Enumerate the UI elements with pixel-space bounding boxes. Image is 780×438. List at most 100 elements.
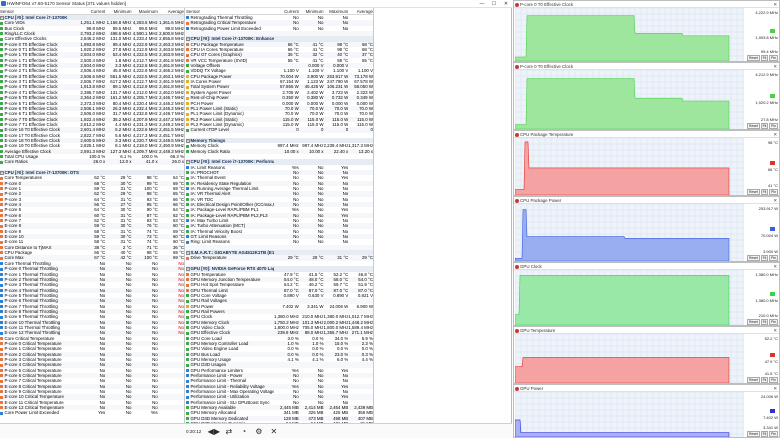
fit-button[interactable]: Fit xyxy=(760,377,769,383)
close-icon[interactable]: ✕ xyxy=(773,1,777,7)
column-header-sensor[interactable]: Sensor xyxy=(0,8,79,14)
clock-icon[interactable]: ◔ xyxy=(237,426,250,437)
sensor-graph-window[interactable]: P-core 0 T0 Effective Clock ✕ 4,222.9 MHz 1… xyxy=(513,0,780,62)
close-icon[interactable]: ✕ xyxy=(773,131,777,137)
sensor-icon xyxy=(186,123,189,127)
exit-icon[interactable]: ✕ xyxy=(267,426,280,437)
minimize-button[interactable]: — xyxy=(476,0,488,8)
graph-title-bar[interactable]: GPU Temperature ✕ xyxy=(514,327,779,334)
sensor-list-left[interactable]: Sensor Current Minimum Maximum Average − CPU … xyxy=(0,8,185,423)
sensor-icon xyxy=(0,230,3,234)
pin-button[interactable]: Pin xyxy=(769,431,778,437)
sensor-icon xyxy=(186,299,189,303)
sensor-icon xyxy=(186,171,189,175)
pin-button[interactable]: Pin xyxy=(769,377,778,383)
reset-button[interactable]: Reset xyxy=(747,377,760,383)
column-header-minimum[interactable]: Minimum xyxy=(105,8,132,14)
graph-title-bar[interactable]: CPU Package Power ✕ xyxy=(514,197,779,204)
column-header-sensor[interactable]: Sensor xyxy=(186,8,274,14)
fit-button[interactable]: Fit xyxy=(760,123,769,129)
reset-button[interactable]: Reset xyxy=(747,189,760,195)
minimum-value: No xyxy=(125,410,132,416)
pin-button[interactable]: Pin xyxy=(769,55,778,61)
fit-button[interactable]: Fit xyxy=(760,255,769,261)
close-icon[interactable]: ✕ xyxy=(773,197,777,203)
column-header-row[interactable]: Sensor Current Minimum Maximum Average xyxy=(0,8,184,15)
graph-title-bar[interactable]: CPU Package Temperature ✕ xyxy=(514,131,779,138)
reset-button[interactable]: Reset xyxy=(747,431,760,437)
sensor-graph-window[interactable]: GPU Clock ✕ 1,380.0 MHz 1,380.0 MHz 210.0 MH… xyxy=(513,262,780,326)
sensor-label: GPU Memory Controller Load xyxy=(190,340,249,346)
close-icon[interactable]: ✕ xyxy=(773,385,777,391)
sensor-row[interactable]: Core Power Limit Exceeded Yes No Yes xyxy=(0,410,184,415)
layout-icon[interactable]: ⇄ xyxy=(222,426,235,437)
collapse-icon[interactable]: − xyxy=(186,267,190,271)
column-header-maximum[interactable]: Maximum xyxy=(324,8,348,14)
graph-title-bar[interactable]: GPU Clock ✕ xyxy=(514,263,779,270)
collapse-icon[interactable]: − xyxy=(186,160,190,164)
close-icon[interactable]: ✕ xyxy=(773,263,777,269)
navigate-icon[interactable]: ◀▶ xyxy=(207,426,220,437)
reset-button[interactable]: Reset xyxy=(747,255,760,261)
column-header-average[interactable]: Average xyxy=(158,8,184,14)
collapse-icon[interactable]: − xyxy=(0,171,4,175)
sensor-icon xyxy=(186,101,189,105)
maximum-value: Yes xyxy=(150,410,158,416)
column-header-row[interactable]: Sensor Current Minimum Maximum Average xyxy=(186,8,373,15)
collapse-icon[interactable]: − xyxy=(186,139,190,143)
sensor-icon xyxy=(0,43,3,47)
sensor-label: GPU Clock xyxy=(190,314,213,320)
pin-button[interactable]: Pin xyxy=(769,123,778,129)
sensor-icon xyxy=(186,112,189,116)
graph-title: GPU Clock xyxy=(520,264,542,269)
close-button[interactable]: ✕ xyxy=(500,0,512,8)
sensor-graph-window[interactable]: P-core 0 T0 Effective Clock ✕ 4,212.9 MHz 1… xyxy=(513,62,780,130)
pin-button[interactable]: Pin xyxy=(769,255,778,261)
close-icon[interactable]: ✕ xyxy=(773,63,777,69)
sensor-label: P-core 4 Critical Temperature xyxy=(4,362,62,368)
pin-button[interactable]: Pin xyxy=(769,319,778,325)
sensor-icon xyxy=(0,107,3,111)
sensor-icon xyxy=(186,128,189,132)
sensor-label: GPU Temperature xyxy=(190,271,226,277)
sensor-icon xyxy=(186,144,189,148)
sensor-graph-window[interactable]: GPU Temperature ✕ 52.2 °C 47.9 °C 41.5 °C Res… xyxy=(513,326,780,384)
reset-button[interactable]: Reset xyxy=(747,319,760,325)
sensor-label: Performance Limit - Utilization xyxy=(190,394,250,400)
fit-button[interactable]: Fit xyxy=(760,55,769,61)
close-icon[interactable]: ✕ xyxy=(773,327,777,333)
graph-title-bar[interactable]: P-core 0 T0 Effective Clock ✕ xyxy=(514,1,779,8)
column-header-current[interactable]: Current xyxy=(274,8,299,14)
sensor-graph-window[interactable]: CPU Package Power ✕ 253.917 W 70.004 W 3.900… xyxy=(513,196,780,262)
column-header-maximum[interactable]: Maximum xyxy=(132,8,158,14)
sensor-icon xyxy=(186,85,189,89)
sensor-icon xyxy=(0,214,3,218)
sensor-label: CPU IA Cores Temperature xyxy=(190,47,244,53)
maximize-button[interactable]: ☐ xyxy=(488,0,500,8)
sensor-label: P-core 6 T0 Effective Clock xyxy=(4,105,58,111)
column-header-average[interactable]: Average xyxy=(348,8,373,14)
hwinfo-app-icon xyxy=(1,1,6,6)
graph-title-bar[interactable]: P-core 0 T0 Effective Clock ✕ xyxy=(514,63,779,70)
settings-icon[interactable]: ⚙ xyxy=(252,426,265,437)
sensor-icon xyxy=(0,267,3,271)
sensor-icon xyxy=(0,160,3,164)
reset-button[interactable]: Reset xyxy=(747,55,760,61)
sensor-icon xyxy=(186,117,189,121)
column-header-minimum[interactable]: Minimum xyxy=(299,8,324,14)
fit-button[interactable]: Fit xyxy=(760,319,769,325)
sensor-label: GPU Thermal Limit xyxy=(190,287,228,293)
collapse-icon[interactable]: − xyxy=(0,16,4,20)
column-header-current[interactable]: Current xyxy=(79,8,106,14)
reset-button[interactable]: Reset xyxy=(747,123,760,129)
sensor-graph-window[interactable]: GPU Power ✕ 24.006 W 7.402 W 3.341 W Reset Fit… xyxy=(513,384,780,438)
sensor-list-right[interactable]: Sensor Current Minimum Maximum Average Retro… xyxy=(186,8,374,423)
pin-button[interactable]: Pin xyxy=(769,189,778,195)
sensor-label: GPU Rail Powers xyxy=(190,308,225,314)
graph-title-bar[interactable]: GPU Power ✕ xyxy=(514,385,779,392)
collapse-icon[interactable]: − xyxy=(186,37,190,41)
fit-button[interactable]: Fit xyxy=(760,189,769,195)
fit-button[interactable]: Fit xyxy=(760,431,769,437)
sensor-graph-window[interactable]: CPU Package Temperature ✕ 98 °C 66 °C 41 °C R… xyxy=(513,130,780,196)
collapse-icon[interactable]: − xyxy=(186,251,190,255)
